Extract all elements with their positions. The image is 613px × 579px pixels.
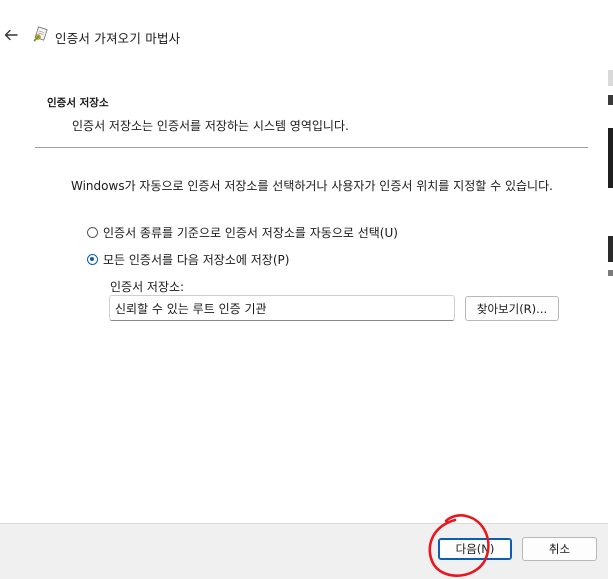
import-wizard-window: 인증서 가져오기 마법사 인증서 저장소 인증서 저장소는 인증서를 저장하는 … xyxy=(0,0,608,579)
browse-button[interactable]: 찾아보기(R)... xyxy=(465,296,559,321)
radio-manual-indicator[interactable] xyxy=(87,254,98,265)
title-bar: 인증서 가져오기 마법사 xyxy=(0,22,608,52)
section-description: 인증서 저장소는 인증서를 저장하는 시스템 영역입니다. xyxy=(72,119,349,133)
radio-auto-indicator[interactable] xyxy=(87,227,98,238)
wizard-footer: 다음(N) 취소 xyxy=(0,523,608,579)
radio-manual-store[interactable]: 모든 인증서를 다음 저장소에 저장(P) xyxy=(87,251,289,268)
radio-auto-select[interactable]: 인증서 종류를 기준으로 인증서 저장소를 자동으로 선택(U) xyxy=(87,224,398,241)
cancel-button[interactable]: 취소 xyxy=(522,537,597,561)
store-label: 인증서 저장소: xyxy=(110,280,185,294)
background-window-edge xyxy=(608,0,613,578)
back-button[interactable] xyxy=(2,26,20,44)
radio-manual-label: 모든 인증서를 다음 저장소에 저장(P) xyxy=(103,253,290,267)
store-field[interactable]: 신뢰할 수 있는 루트 인증 기관 xyxy=(109,295,455,321)
radio-auto-label: 인증서 종류를 기준으로 인증서 저장소를 자동으로 선택(U) xyxy=(103,226,398,240)
window-title: 인증서 가져오기 마법사 xyxy=(55,31,181,46)
section-heading: 인증서 저장소 xyxy=(47,97,109,109)
header-divider xyxy=(35,147,588,148)
next-button[interactable]: 다음(N) xyxy=(438,538,512,560)
certificate-icon xyxy=(33,26,48,42)
intro-text: Windows가 자동으로 인증서 저장소를 선택하거나 사용자가 인증서 위치… xyxy=(71,179,553,193)
back-arrow-icon xyxy=(4,29,18,41)
